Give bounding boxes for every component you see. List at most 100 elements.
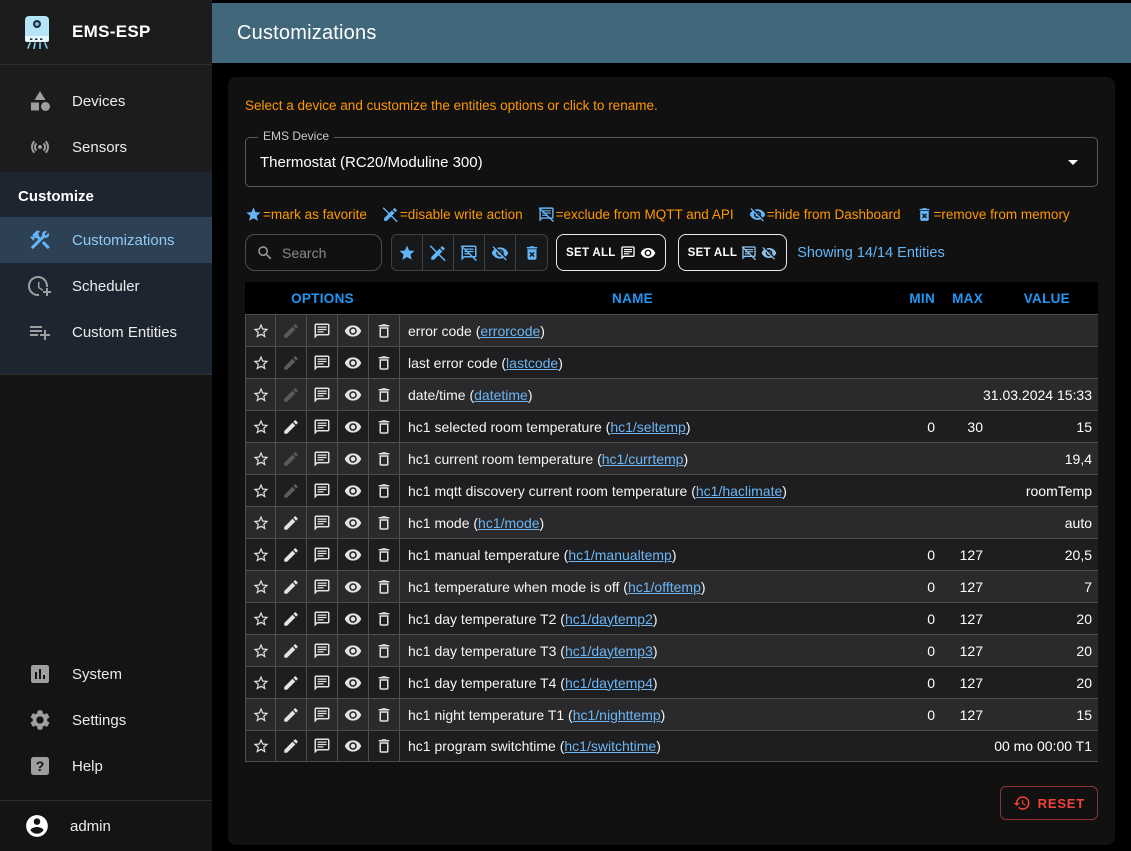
favorite-button[interactable] bbox=[245, 539, 276, 570]
mqtt-exclude-button[interactable] bbox=[307, 475, 338, 506]
favorite-button[interactable] bbox=[245, 347, 276, 378]
favorite-button[interactable] bbox=[245, 699, 276, 730]
sidebar-item-scheduler[interactable]: Scheduler bbox=[0, 263, 212, 309]
delete-button[interactable] bbox=[369, 699, 400, 730]
visibility-button[interactable] bbox=[338, 667, 369, 698]
mqtt-exclude-button[interactable] bbox=[307, 667, 338, 698]
edit-button[interactable] bbox=[276, 571, 307, 602]
entity-shortname-link[interactable]: datetime bbox=[474, 387, 528, 403]
visibility-button[interactable] bbox=[338, 731, 369, 761]
filter-favorite-button[interactable] bbox=[392, 235, 423, 270]
edit-button[interactable] bbox=[276, 411, 307, 442]
user-menu[interactable]: admin bbox=[0, 800, 212, 851]
entity-shortname-link[interactable]: hc1/daytemp4 bbox=[565, 675, 653, 691]
sidebar-item-sensors[interactable]: Sensors bbox=[0, 124, 212, 170]
edit-button[interactable] bbox=[276, 315, 307, 346]
search-input[interactable] bbox=[282, 245, 373, 261]
mqtt-exclude-button[interactable] bbox=[307, 507, 338, 538]
edit-button[interactable] bbox=[276, 539, 307, 570]
favorite-button[interactable] bbox=[245, 603, 276, 634]
favorite-button[interactable] bbox=[245, 667, 276, 698]
visibility-button[interactable] bbox=[338, 603, 369, 634]
mqtt-exclude-button[interactable] bbox=[307, 731, 338, 761]
delete-button[interactable] bbox=[369, 347, 400, 378]
visibility-button[interactable] bbox=[338, 635, 369, 666]
reset-button[interactable]: RESET bbox=[1000, 786, 1098, 820]
visibility-button[interactable] bbox=[338, 315, 369, 346]
favorite-button[interactable] bbox=[245, 315, 276, 346]
mqtt-exclude-button[interactable] bbox=[307, 699, 338, 730]
favorite-button[interactable] bbox=[245, 635, 276, 666]
visibility-button[interactable] bbox=[338, 411, 369, 442]
sidebar-item-devices[interactable]: Devices bbox=[0, 78, 212, 124]
visibility-button[interactable] bbox=[338, 475, 369, 506]
delete-button[interactable] bbox=[369, 315, 400, 346]
sidebar-item-system[interactable]: System bbox=[0, 651, 212, 697]
set-all-hide-button[interactable]: SET ALL bbox=[678, 234, 788, 271]
mqtt-exclude-button[interactable] bbox=[307, 603, 338, 634]
entity-shortname-link[interactable]: errorcode bbox=[480, 323, 540, 339]
delete-button[interactable] bbox=[369, 635, 400, 666]
sidebar-item-customizations[interactable]: Customizations bbox=[0, 217, 212, 263]
delete-button[interactable] bbox=[369, 379, 400, 410]
favorite-button[interactable] bbox=[245, 411, 276, 442]
visibility-button[interactable] bbox=[338, 443, 369, 474]
visibility-button[interactable] bbox=[338, 699, 369, 730]
favorite-button[interactable] bbox=[245, 475, 276, 506]
entity-shortname-link[interactable]: hc1/manualtemp bbox=[568, 547, 672, 563]
delete-button[interactable] bbox=[369, 539, 400, 570]
mqtt-exclude-button[interactable] bbox=[307, 347, 338, 378]
filter-remove-memory-button[interactable] bbox=[516, 235, 547, 270]
visibility-button[interactable] bbox=[338, 379, 369, 410]
favorite-button[interactable] bbox=[245, 443, 276, 474]
mqtt-exclude-button[interactable] bbox=[307, 443, 338, 474]
delete-button[interactable] bbox=[369, 571, 400, 602]
favorite-button[interactable] bbox=[245, 507, 276, 538]
delete-button[interactable] bbox=[369, 603, 400, 634]
set-all-show-button[interactable]: SET ALL bbox=[556, 234, 666, 271]
delete-button[interactable] bbox=[369, 443, 400, 474]
favorite-button[interactable] bbox=[245, 379, 276, 410]
mqtt-exclude-button[interactable] bbox=[307, 635, 338, 666]
delete-button[interactable] bbox=[369, 475, 400, 506]
visibility-button[interactable] bbox=[338, 347, 369, 378]
edit-button[interactable] bbox=[276, 347, 307, 378]
ems-device-select[interactable]: EMS Device Thermostat (RC20/Moduline 300… bbox=[245, 137, 1098, 187]
edit-button[interactable] bbox=[276, 475, 307, 506]
entity-shortname-link[interactable]: lastcode bbox=[506, 355, 558, 371]
edit-button[interactable] bbox=[276, 699, 307, 730]
edit-button[interactable] bbox=[276, 379, 307, 410]
edit-button[interactable] bbox=[276, 635, 307, 666]
filter-exclude-mqtt-button[interactable] bbox=[454, 235, 485, 270]
entity-shortname-link[interactable]: hc1/daytemp2 bbox=[565, 611, 653, 627]
edit-button[interactable] bbox=[276, 507, 307, 538]
entity-shortname-link[interactable]: hc1/switchtime bbox=[564, 738, 656, 754]
mqtt-exclude-button[interactable] bbox=[307, 315, 338, 346]
entity-shortname-link[interactable]: hc1/seltemp bbox=[610, 419, 685, 435]
visibility-button[interactable] bbox=[338, 571, 369, 602]
edit-button[interactable] bbox=[276, 443, 307, 474]
entity-shortname-link[interactable]: hc1/daytemp3 bbox=[565, 643, 653, 659]
mqtt-exclude-button[interactable] bbox=[307, 379, 338, 410]
sidebar-item-custom-entities[interactable]: Custom Entities bbox=[0, 309, 212, 355]
filter-hide-dashboard-button[interactable] bbox=[485, 235, 516, 270]
delete-button[interactable] bbox=[369, 411, 400, 442]
edit-button[interactable] bbox=[276, 731, 307, 761]
favorite-button[interactable] bbox=[245, 571, 276, 602]
favorite-button[interactable] bbox=[245, 731, 276, 761]
filter-disable-write-button[interactable] bbox=[423, 235, 454, 270]
visibility-button[interactable] bbox=[338, 507, 369, 538]
entity-shortname-link[interactable]: hc1/offtemp bbox=[628, 579, 701, 595]
sidebar-item-help[interactable]: Help bbox=[0, 743, 212, 789]
mqtt-exclude-button[interactable] bbox=[307, 411, 338, 442]
delete-button[interactable] bbox=[369, 507, 400, 538]
entity-shortname-link[interactable]: hc1/haclimate bbox=[696, 483, 782, 499]
sidebar-item-settings[interactable]: Settings bbox=[0, 697, 212, 743]
entity-shortname-link[interactable]: hc1/nighttemp bbox=[573, 707, 661, 723]
edit-button[interactable] bbox=[276, 667, 307, 698]
delete-button[interactable] bbox=[369, 731, 400, 761]
mqtt-exclude-button[interactable] bbox=[307, 539, 338, 570]
delete-button[interactable] bbox=[369, 667, 400, 698]
visibility-button[interactable] bbox=[338, 539, 369, 570]
entity-shortname-link[interactable]: hc1/currtemp bbox=[602, 451, 684, 467]
